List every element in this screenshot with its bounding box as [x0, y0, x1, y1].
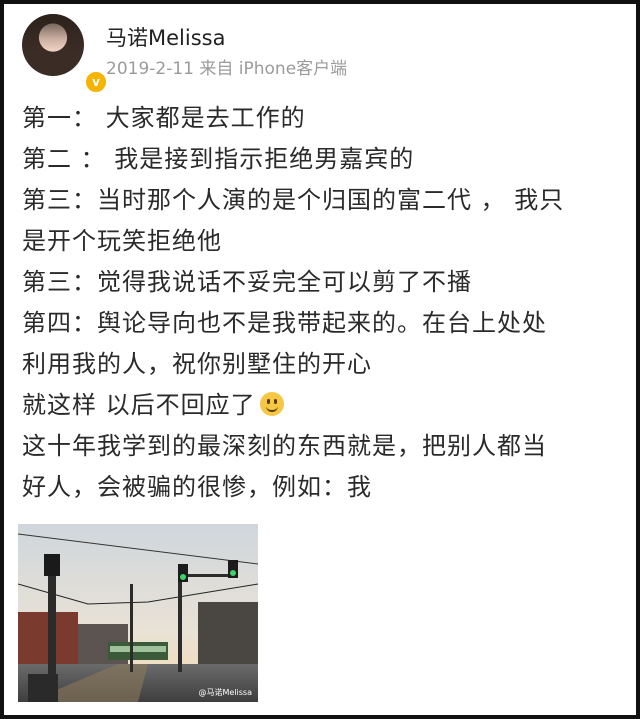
username[interactable]: 马诺Melissa	[106, 22, 225, 52]
post-header: v 马诺Melissa 2019-2-11 来自 iPhone客户端	[20, 12, 620, 94]
post-line: 第一： 大家都是去工作的	[22, 104, 306, 132]
post-line-text: 就这样 以后不回应了	[22, 391, 256, 419]
photo-watermark: @马诺Melissa	[198, 688, 252, 697]
post-line: 这十年我学到的最深刻的东西就是，把别人都当	[22, 432, 547, 460]
post-line: 第三：觉得我说话不妥完全可以剪了不播	[22, 268, 472, 296]
post-line-with-emoji: 就这样 以后不回应了	[22, 385, 612, 426]
verified-badge-icon: v	[84, 70, 108, 94]
street-photo-image	[18, 524, 258, 702]
avatar[interactable]	[22, 14, 84, 76]
post-line: 好人，会被骗的很惨，例如：我	[22, 473, 372, 501]
smile-emoji-icon	[259, 392, 284, 416]
post-line: 第二 ： 我是接到指示拒绝男嘉宾的	[22, 145, 415, 173]
post-line: 第三：当时那个人演的是个归国的富二代 ， 我只	[22, 186, 565, 214]
post-line: 是开个玩笑拒绝他	[22, 227, 222, 255]
post-meta: 2019-2-11 来自 iPhone客户端	[106, 59, 348, 79]
post-photo[interactable]: @马诺Melissa	[18, 524, 258, 702]
post-body: 第一： 大家都是去工作的 第二 ： 我是接到指示拒绝男嘉宾的 第三：当时那个人演…	[22, 98, 612, 508]
post-line: 利用我的人，祝你别墅住的开心	[22, 350, 372, 378]
post-line: 第四：舆论导向也不是我带起来的。在台上处处	[22, 309, 547, 337]
